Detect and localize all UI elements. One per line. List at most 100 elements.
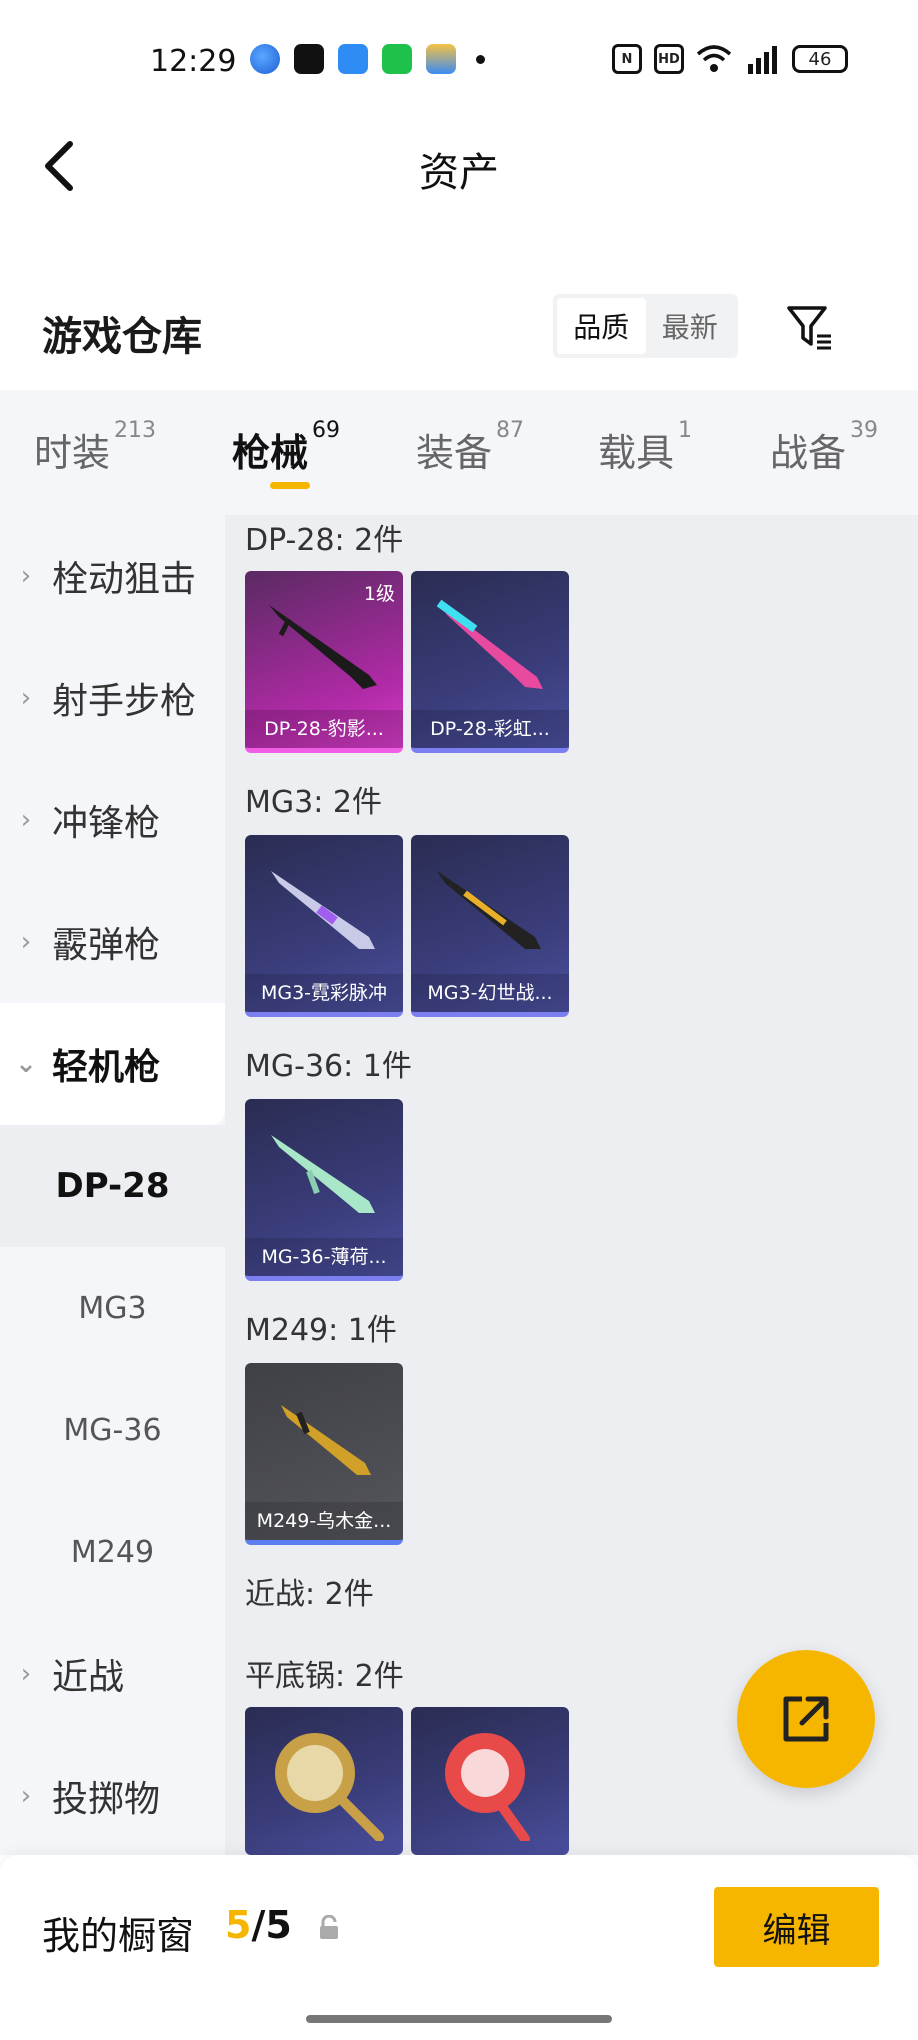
item-card[interactable]: DP-28-彩虹... (411, 571, 569, 753)
sidebar-item-label: 霰弹枪 (52, 925, 161, 966)
group-label: 近战: 2件 (245, 1577, 374, 1612)
sidebar-item-label: 冲锋枪 (52, 803, 161, 844)
gun-icon (271, 871, 375, 949)
sidebar-subitem-mg36[interactable]: MG-36 (0, 1369, 225, 1491)
sort-quality-button[interactable]: 品质 (557, 298, 646, 354)
showcase-bar: 我的橱窗 5/5 编辑 (0, 1855, 918, 2040)
pan-icon (275, 1733, 384, 1841)
group-label: M249: 1件 (245, 1313, 397, 1348)
tab-label: 时装 (34, 431, 111, 475)
item-card[interactable]: MG-36-薄荷... (245, 1099, 403, 1281)
tab-count: 69 (312, 418, 341, 443)
showcase-count: 5/5 (225, 1903, 292, 1947)
item-card[interactable]: 1级 DP-28-豹影... (245, 571, 403, 753)
chevron-right-icon: › (20, 805, 32, 835)
tab-label: 载具 (598, 431, 675, 475)
tab-count: 213 (114, 418, 157, 443)
gun-icon (281, 1405, 371, 1475)
hd-icon: HD (654, 44, 684, 74)
more-notifications-icon (476, 54, 485, 64)
sidebar-subitem-mg3[interactable]: MG3 (0, 1247, 225, 1369)
gun-icon (437, 871, 541, 949)
sidebar-item-smg[interactable]: › 冲锋枪 (0, 759, 225, 881)
item-name: DP-28-豹影... (245, 710, 403, 748)
sidebar-item-bolt-sniper[interactable]: › 栓动狙击 (0, 515, 225, 637)
showcase-label: 我的橱窗 (42, 1914, 195, 1958)
tab-count: 39 (850, 418, 879, 443)
lock-icon (320, 1915, 338, 1939)
sidebar-item-shotgun[interactable]: › 霰弹枪 (0, 881, 225, 1003)
status-bar: 12:29 N HD 46 (0, 0, 918, 120)
group-label: DP-28: 2件 (245, 523, 404, 558)
item-name: MG-36-薄荷... (245, 1238, 403, 1276)
sidebar-subitem-dp28[interactable]: DP-28 (0, 1125, 225, 1247)
status-app-icons (250, 44, 485, 74)
sidebar: › 栓动狙击 › 射手步枪 › 冲锋枪 › 霰弹枪 ⌄ 轻机枪 DP-28 MG3 MG-… (0, 515, 225, 1855)
tab-count: 1 (678, 418, 693, 443)
chevron-right-icon: › (20, 1781, 32, 1811)
chevron-right-icon: › (20, 1659, 32, 1689)
pan-icon (445, 1733, 530, 1841)
group-label: 平底锅: 2件 (245, 1659, 404, 1694)
tab-count: 87 (496, 418, 525, 443)
status-right: N HD 46 (612, 44, 848, 74)
group-label: MG-36: 1件 (245, 1049, 412, 1084)
item-card[interactable]: M249-乌木金... (245, 1363, 403, 1545)
browser-icon (250, 44, 280, 74)
sidebar-item-label: 近战 (52, 1657, 125, 1698)
page-title: 资产 (419, 150, 499, 196)
showcase-current: 5 (225, 1903, 252, 1947)
sidebar-item-label: 轻机枪 (52, 1047, 161, 1088)
tab-vehicles[interactable]: 载具1 (598, 418, 692, 477)
wifi-icon (696, 45, 732, 72)
item-name: DP-28-彩虹... (411, 710, 569, 748)
tab-label: 枪械 (232, 431, 309, 475)
gun-icon (436, 599, 543, 689)
nfc-icon: N (612, 44, 642, 74)
item-level: 1级 (363, 583, 395, 605)
sidebar-item-label: 投掷物 (52, 1779, 161, 1820)
tab-fashion[interactable]: 时装213 (34, 418, 156, 477)
edit-button[interactable]: 编辑 (714, 1887, 879, 1967)
warehouse-title: 游戏仓库 (42, 314, 202, 360)
item-name: M249-乌木金... (245, 1502, 403, 1540)
signal-5g-icon (748, 46, 777, 74)
sidebar-item-label: 射手步枪 (52, 681, 197, 722)
sidebar-item-throwables[interactable]: › 投掷物 (0, 1735, 225, 1857)
sidebar-item-marksman-rifle[interactable]: › 射手步枪 (0, 637, 225, 759)
chevron-down-icon: ⌄ (15, 1049, 37, 1079)
item-card[interactable]: MG3-霓彩脉冲 (245, 835, 403, 1017)
active-tab-indicator (270, 482, 310, 489)
title-bar: 资产 (0, 120, 918, 210)
category-tabs: 时装213 枪械69 装备87 载具1 战备39 (0, 390, 918, 515)
chevron-right-icon: › (20, 561, 32, 591)
showcase-separator: / (251, 1903, 266, 1947)
sidebar-item-lmg[interactable]: ⌄ 轻机枪 (0, 1003, 225, 1125)
tab-label: 战备 (770, 431, 847, 475)
battery-icon: 46 (792, 45, 848, 73)
share-icon (783, 1696, 829, 1742)
status-time: 12:29 (150, 44, 237, 79)
item-card[interactable] (411, 1707, 569, 1855)
warehouse-header: 游戏仓库 品质 最新 (0, 290, 918, 370)
filter-icon[interactable] (785, 302, 835, 352)
tab-supplies[interactable]: 战备39 (770, 418, 878, 477)
tab-firearms[interactable]: 枪械69 (232, 418, 340, 477)
sort-toggle: 品质 最新 (553, 294, 738, 358)
files-icon (338, 44, 368, 74)
tiktok-icon (294, 44, 324, 74)
item-name: MG3-幻世战... (411, 974, 569, 1012)
item-card[interactable] (245, 1707, 403, 1855)
chevron-right-icon: › (20, 927, 32, 957)
sort-newest-button[interactable]: 最新 (646, 298, 735, 354)
sidebar-subitem-m249[interactable]: M249 (0, 1491, 225, 1613)
tab-equipment[interactable]: 装备87 (416, 418, 524, 477)
gun-icon (271, 1135, 375, 1213)
item-card[interactable]: MG3-幻世战... (411, 835, 569, 1017)
home-indicator[interactable] (306, 2015, 612, 2023)
sidebar-item-label: 栓动狙击 (52, 559, 197, 600)
share-button[interactable] (737, 1650, 875, 1788)
group-label: MG3: 2件 (245, 785, 382, 820)
item-name: MG3-霓彩脉冲 (245, 974, 403, 1012)
sidebar-item-melee[interactable]: › 近战 (0, 1613, 225, 1735)
